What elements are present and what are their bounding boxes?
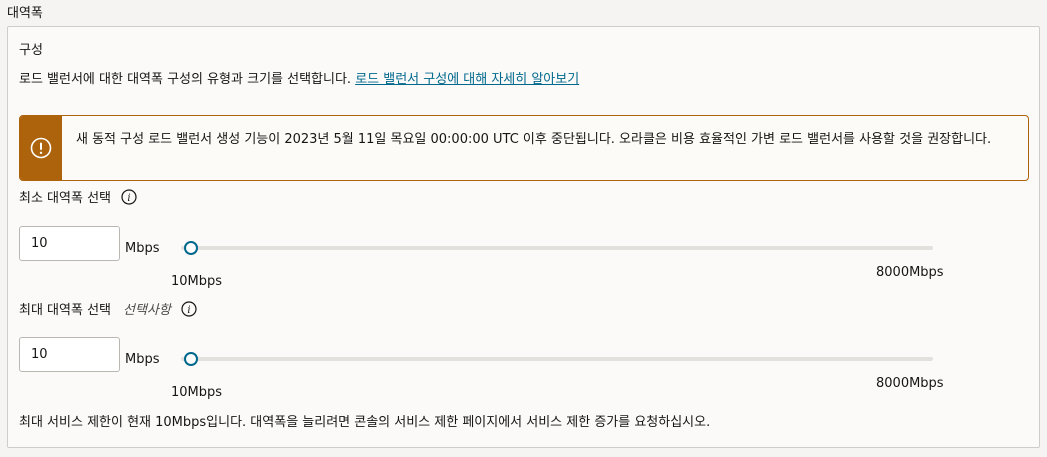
service-limit-note: 최대 서비스 제한이 현재 10Mbps입니다. 대역폭을 늘리려면 콘솔의 서…: [19, 415, 711, 430]
alert-message: 새 동적 구성 로드 밸런서 생성 기능이 2023년 5월 11일 목요일 0…: [76, 132, 992, 147]
svg-text:i: i: [127, 193, 130, 204]
bandwidth-panel: 구성 로드 밸런서에 대한 대역폭 구성의 유형과 크기를 선택합니다. 로드 …: [7, 26, 1040, 448]
info-icon[interactable]: i: [181, 300, 197, 317]
panel-description: 로드 밸런서에 대한 대역폭 구성의 유형과 크기를 선택합니다. 로드 밸런서…: [19, 68, 579, 87]
learn-more-link[interactable]: 로드 밸런서 구성에 대해 자세히 알아보기: [355, 72, 579, 87]
max-bandwidth-input[interactable]: [19, 337, 120, 372]
min-bandwidth-range-max: 8000Mbps: [876, 265, 944, 280]
min-bandwidth-slider[interactable]: [181, 241, 933, 255]
section-title: 대역폭: [7, 6, 43, 21]
min-bandwidth-unit: Mbps: [125, 241, 160, 256]
optional-label: 선택사항: [123, 303, 171, 318]
panel-heading: 구성: [19, 43, 43, 58]
min-bandwidth-slider-thumb[interactable]: [184, 241, 198, 255]
info-icon[interactable]: i: [121, 188, 137, 205]
min-bandwidth-range-min: 10Mbps: [171, 274, 223, 289]
alert-icon-bar: [20, 116, 62, 180]
svg-text:i: i: [187, 305, 190, 316]
min-bandwidth-input[interactable]: [19, 226, 120, 261]
min-bandwidth-label: 최소 대역폭 선택 i: [19, 187, 137, 206]
max-bandwidth-label-text: 최대 대역폭 선택: [19, 303, 111, 318]
description-text: 로드 밸런서에 대한 대역폭 구성의 유형과 크기를 선택합니다.: [19, 72, 352, 87]
max-bandwidth-range-min: 10Mbps: [171, 385, 223, 400]
min-bandwidth-label-text: 최소 대역폭 선택: [19, 191, 111, 206]
warning-alert: 새 동적 구성 로드 밸런서 생성 기능이 2023년 5월 11일 목요일 0…: [19, 115, 1029, 181]
max-bandwidth-unit: Mbps: [125, 352, 160, 367]
max-bandwidth-range-max: 8000Mbps: [876, 376, 944, 391]
max-bandwidth-slider[interactable]: [181, 352, 933, 366]
max-bandwidth-slider-thumb[interactable]: [184, 352, 198, 366]
warning-circle-icon: [30, 137, 52, 159]
max-bandwidth-label: 최대 대역폭 선택 선택사항 i: [19, 299, 197, 318]
